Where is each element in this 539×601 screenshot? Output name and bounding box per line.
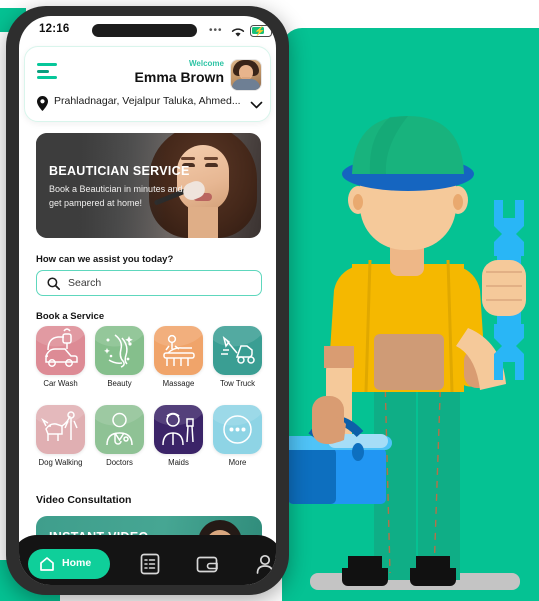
phone-screen: 12:16 ••• ⚡ Welcome Emma Brown Prahladna… <box>19 16 276 585</box>
service-tile-doctors[interactable]: Doctors <box>95 405 144 467</box>
nav-home-label: Home <box>62 557 92 569</box>
dog-walking-icon <box>41 411 78 441</box>
wifi-icon <box>231 25 245 43</box>
service-tile-tow-truck[interactable]: Tow Truck <box>213 326 262 388</box>
services-section-title: Book a Service <box>36 311 105 322</box>
nav-item-orders[interactable] <box>138 552 164 578</box>
chevron-down-icon[interactable] <box>250 97 263 115</box>
status-bar: 12:16 ••• ⚡ <box>19 16 276 46</box>
battery-charging-icon: ⚡ <box>250 25 272 37</box>
home-icon <box>39 556 55 577</box>
service-label: Maids <box>168 458 189 467</box>
user-avatar[interactable] <box>230 59 262 91</box>
service-label: Car Wash <box>43 379 78 388</box>
handyman-worker-illustration <box>282 28 539 601</box>
tow-truck-icon <box>221 336 255 364</box>
maid-icon <box>162 412 194 446</box>
search-placeholder: Search <box>68 277 102 289</box>
search-section-title: How can we assist you today? <box>36 254 174 265</box>
bottom-navigation-bar: Home <box>19 535 276 585</box>
service-tile-beauty[interactable]: Beauty <box>95 326 144 388</box>
phone-device-frame: 12:16 ••• ⚡ Welcome Emma Brown Prahladna… <box>6 6 289 595</box>
service-tile-car-wash[interactable]: Car Wash <box>36 326 85 388</box>
beauty-face-icon <box>104 334 133 368</box>
nav-item-profile[interactable] <box>253 552 276 578</box>
nav-item-home[interactable]: Home <box>28 549 110 579</box>
service-tile-maids[interactable]: Maids <box>154 405 203 467</box>
location-selector[interactable]: Prahladnagar, Vejalpur Taluka, Ahmed... <box>37 95 263 113</box>
more-dots-icon <box>223 415 252 444</box>
service-tile-massage[interactable]: Massage <box>154 326 203 388</box>
status-bar-time: 12:16 <box>39 23 70 35</box>
service-label: Dog Walking <box>38 458 83 467</box>
dynamic-island <box>92 24 197 37</box>
welcome-label: Welcome <box>189 59 224 68</box>
doctor-icon <box>106 412 133 446</box>
user-name: Emma Brown <box>134 69 224 85</box>
service-label: Beauty <box>107 379 132 388</box>
massage-icon <box>163 334 195 366</box>
car-wash-icon <box>44 328 78 367</box>
promo-banner-beautician[interactable]: BEAUTICIAN SERVICE Book a Beautician in … <box>36 133 261 238</box>
service-label: Tow Truck <box>219 379 256 388</box>
screenshot-root: 12:16 ••• ⚡ Welcome Emma Brown Prahladna… <box>0 0 539 601</box>
service-tile-dog-walking[interactable]: Dog Walking <box>36 405 85 467</box>
hamburger-menu-icon[interactable] <box>37 63 57 83</box>
video-consultation-title: Video Consultation <box>36 494 132 506</box>
battery-cap <box>273 29 275 34</box>
nav-item-wallet[interactable] <box>195 552 221 578</box>
service-label: More <box>228 458 247 467</box>
location-text: Prahladnagar, Vejalpur Taluka, Ahmed... <box>54 95 241 107</box>
search-input[interactable]: Search <box>36 270 262 296</box>
banner-subtitle: Book a Beautician in minutes and get pam… <box>49 184 183 208</box>
wallet-icon <box>196 556 218 573</box>
signal-dots-icon: ••• <box>209 25 223 36</box>
service-tile-more[interactable]: More <box>213 405 262 467</box>
profile-person-icon <box>256 554 274 574</box>
service-label: Doctors <box>106 458 133 467</box>
header-card: Welcome Emma Brown Prahladnagar, Vejalpu… <box>24 46 271 122</box>
banner-title: BEAUTICIAN SERVICE <box>49 164 190 178</box>
search-icon <box>47 277 61 295</box>
orders-list-icon <box>140 553 160 575</box>
map-pin-icon <box>37 96 48 116</box>
service-label: Massage <box>162 379 195 388</box>
